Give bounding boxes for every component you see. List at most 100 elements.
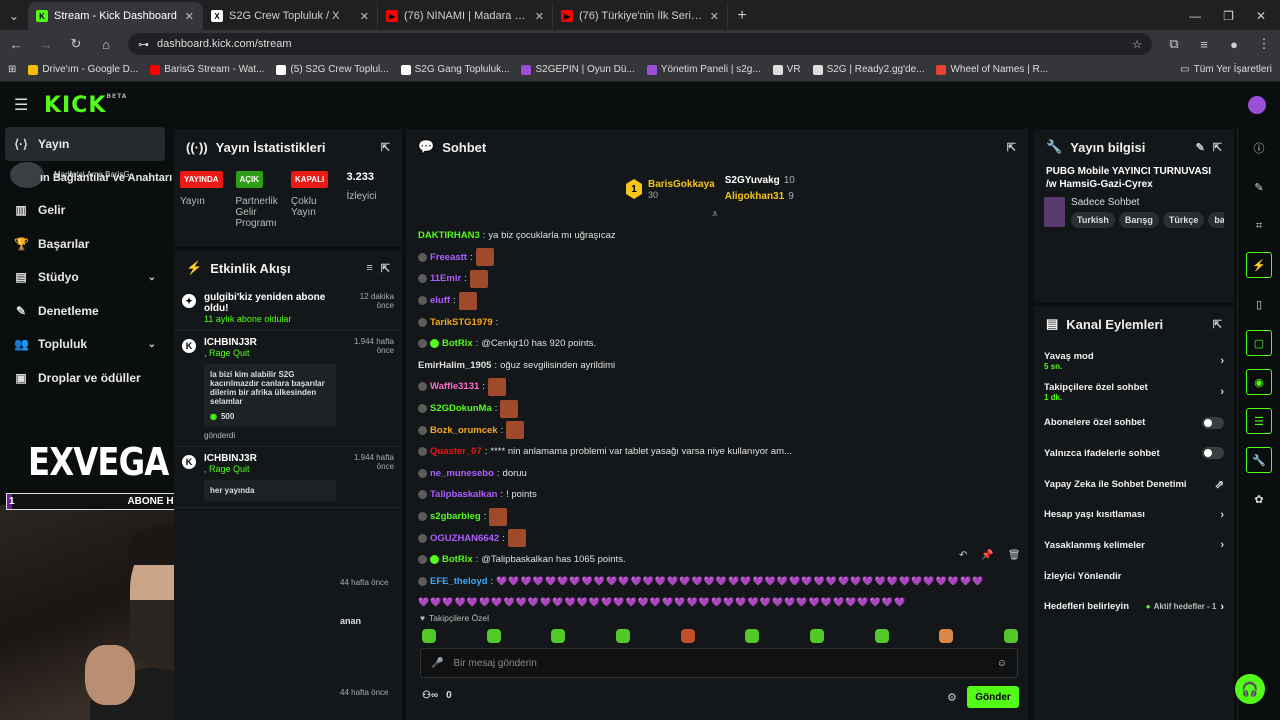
browser-tab[interactable]: ▶ (76) Türkiye'nin İlk Seri Katili: A ✕ (553, 2, 728, 30)
channel-action[interactable]: Yapay Zeka ile Sohbet Denetimi ⇗ (1034, 469, 1234, 500)
broadcast-icon[interactable]: ◉ (1246, 369, 1272, 395)
channel-action[interactable]: Hesap yaşı kısıtlaması › (1034, 499, 1234, 530)
list-icon[interactable]: ☰ (1246, 408, 1272, 434)
chat-username[interactable]: DAKTIRHAN3 (418, 230, 480, 241)
browser-tab[interactable]: K Stream - Kick Dashboard ✕ (28, 2, 203, 30)
emote-icon[interactable] (1003, 629, 1018, 643)
chat-username[interactable]: s2gbarbieg (430, 511, 481, 522)
forward-icon[interactable]: → (38, 37, 54, 52)
chat-username[interactable]: EmirHalim_1905 (418, 360, 491, 371)
nav-item-1[interactable]: ▥ Gelir (0, 194, 170, 228)
tab-close-icon[interactable]: ✕ (710, 10, 719, 23)
channel-action[interactable]: Takipçilere özel sohbet 1 dk. › (1034, 377, 1234, 408)
toggle-switch[interactable] (1202, 416, 1224, 429)
bookmark-item[interactable]: S2G Gang Topluluk... (400, 64, 509, 75)
bookmark-item[interactable]: (5) S2G Crew Toplul... (276, 64, 389, 75)
chat-input[interactable]: 🎤 Bir mesaj gönderin ☺ (420, 648, 1018, 678)
user-avatar[interactable] (1248, 96, 1266, 114)
new-tab-button[interactable]: + (728, 2, 756, 30)
emote-icon[interactable] (874, 629, 889, 643)
chat-username[interactable]: EFE_theloyd (430, 576, 488, 587)
site-info-icon[interactable]: ⊶ (138, 38, 149, 51)
send-button[interactable]: Gönder (967, 686, 1019, 708)
browser-tab[interactable]: ▶ (76) NİNAMI | Madara Olduk # ✕ (378, 2, 553, 30)
emote-icon[interactable] (680, 629, 695, 643)
chat-username[interactable]: eluff (430, 295, 450, 306)
extensions-icon[interactable]: ⧉ (1166, 36, 1182, 52)
popout-icon[interactable]: ⇱ (1213, 318, 1222, 331)
chat-username[interactable]: TarikSTG1979 (430, 317, 493, 328)
activity-item[interactable]: ✦ gulgibi'kiz yeniden abone oldu! 11 aylık… (174, 286, 402, 331)
nav-item-2[interactable]: 🏆 Başarılar (0, 227, 170, 261)
tag-chip[interactable]: ba (1208, 212, 1224, 228)
tab-search-icon[interactable]: ⌄ (0, 2, 28, 30)
channel-action[interactable]: İzleyici Yönlendir (1034, 561, 1234, 592)
channel-action[interactable]: Yavaş mod 5 sn. › (1034, 346, 1234, 377)
reply-icon[interactable]: ↶ (959, 550, 967, 561)
bookmark-item[interactable]: Wheel of Names | R... (936, 64, 1048, 75)
chat-username[interactable]: Quaster_07 (430, 446, 482, 457)
chat-message[interactable]: BotRix: @Talipbaskalkan has 1065 points. (418, 549, 1018, 571)
tab-close-icon[interactable]: ✕ (185, 10, 194, 23)
popout-icon[interactable]: ⇱ (1007, 141, 1016, 154)
emote-icon[interactable] (551, 629, 566, 643)
delete-icon[interactable]: 🗑 (1008, 550, 1021, 561)
microphone-icon[interactable]: 🎤 (431, 658, 443, 669)
document-icon[interactable]: ▯ (1246, 291, 1272, 317)
lightning-icon[interactable]: ⚡ (1246, 252, 1272, 278)
chat-message[interactable]: EmirHalim_1905: oğuz sevgilisinden ayrild… (418, 355, 1018, 377)
tag-chip[interactable]: Turkish (1071, 212, 1115, 228)
emoji-icon[interactable]: ☺ (997, 658, 1007, 669)
help-button[interactable]: 🎧 (1235, 674, 1265, 704)
nav-item-6[interactable]: ▣ Droplar ve ödüller (0, 361, 170, 395)
emote-icon[interactable] (422, 629, 436, 643)
chat-icon[interactable]: ▢ (1246, 330, 1272, 356)
media-icon[interactable]: ≡ (1196, 37, 1212, 52)
channel-action[interactable]: Yasaklanmış kelimeler › (1034, 530, 1234, 561)
info-icon[interactable]: ⓘ (1246, 135, 1272, 161)
chevron-right-icon[interactable]: › (1220, 355, 1224, 367)
chat-username[interactable]: BotRix (442, 338, 473, 349)
bookmark-star-icon[interactable]: ☆ (1132, 38, 1142, 51)
chat-username[interactable]: 11Emir (430, 273, 461, 284)
bookmark-item[interactable]: S2G | Ready2.gg'de... (812, 64, 924, 75)
chat-message[interactable]: s2gbarbieg: (418, 506, 1018, 528)
activity-item[interactable]: K ICHBINJ3R, Rage Quit la bizi kim alabili… (174, 331, 402, 447)
chevron-down-icon[interactable]: ⌄ (148, 272, 156, 283)
chat-username[interactable]: OGUZHAN6642 (430, 533, 499, 544)
chat-message[interactable]: TarikSTG1979: (418, 311, 1018, 333)
chat-message[interactable]: BotRix: @Cenkjr10 has 920 points. (418, 333, 1018, 355)
chat-message[interactable]: eluff: (418, 290, 1018, 312)
chat-message[interactable]: OGUZHAN6642: (418, 527, 1018, 549)
home-icon[interactable]: ⌂ (98, 37, 114, 52)
chat-username[interactable]: S2GDokunMa (430, 403, 492, 414)
tab-close-icon[interactable]: ✕ (535, 10, 544, 23)
chat-username[interactable]: Freeastt (430, 252, 467, 263)
popout-icon[interactable]: ⇱ (381, 141, 390, 154)
emote-icon[interactable] (615, 629, 630, 643)
chat-message[interactable]: ne_munesebo: doruu (418, 463, 1018, 485)
nav-item-4[interactable]: ✎ Denetleme (0, 294, 170, 328)
wrench-icon[interactable]: 🔧 (1246, 447, 1272, 473)
menu-icon[interactable]: ⋮ (1256, 36, 1272, 52)
kick-logo[interactable]: KICKBETA (44, 93, 127, 118)
minimize-icon[interactable]: — (1189, 9, 1201, 23)
nav-item-0[interactable]: ⟨·⟩ Yayın (5, 127, 165, 161)
reload-icon[interactable]: ↻ (68, 36, 84, 52)
emote-icon[interactable] (939, 629, 954, 643)
emote-icon[interactable] (809, 629, 824, 643)
chat-message[interactable]: Quaster_07: **** nin anlamama problemi va… (418, 441, 1018, 463)
popout-icon[interactable]: ⇱ (1213, 141, 1222, 154)
chat-message[interactable]: Talipbaskalkan:! points (418, 484, 1018, 506)
chat-message[interactable]: DAKTIRHAN3: ya biz çocuklarla mı uğraşıca… (418, 225, 1018, 247)
tag-chip[interactable]: Türkçe (1162, 212, 1205, 228)
nav-item-5[interactable]: 👥 Topluluk ⌄ (0, 328, 170, 362)
toggle-switch[interactable] (1202, 447, 1224, 460)
emote-icon[interactable] (745, 629, 760, 643)
chevron-right-icon[interactable]: › (1220, 539, 1224, 551)
crop-icon[interactable]: ⌗ (1246, 213, 1272, 239)
people-icon[interactable]: ⚇∞ (422, 690, 438, 701)
popout-icon[interactable]: ⇱ (381, 262, 390, 275)
bookmark-item[interactable]: Yönetim Paneli | s2g... (646, 64, 761, 75)
pin-icon[interactable]: 📌 (981, 550, 993, 561)
